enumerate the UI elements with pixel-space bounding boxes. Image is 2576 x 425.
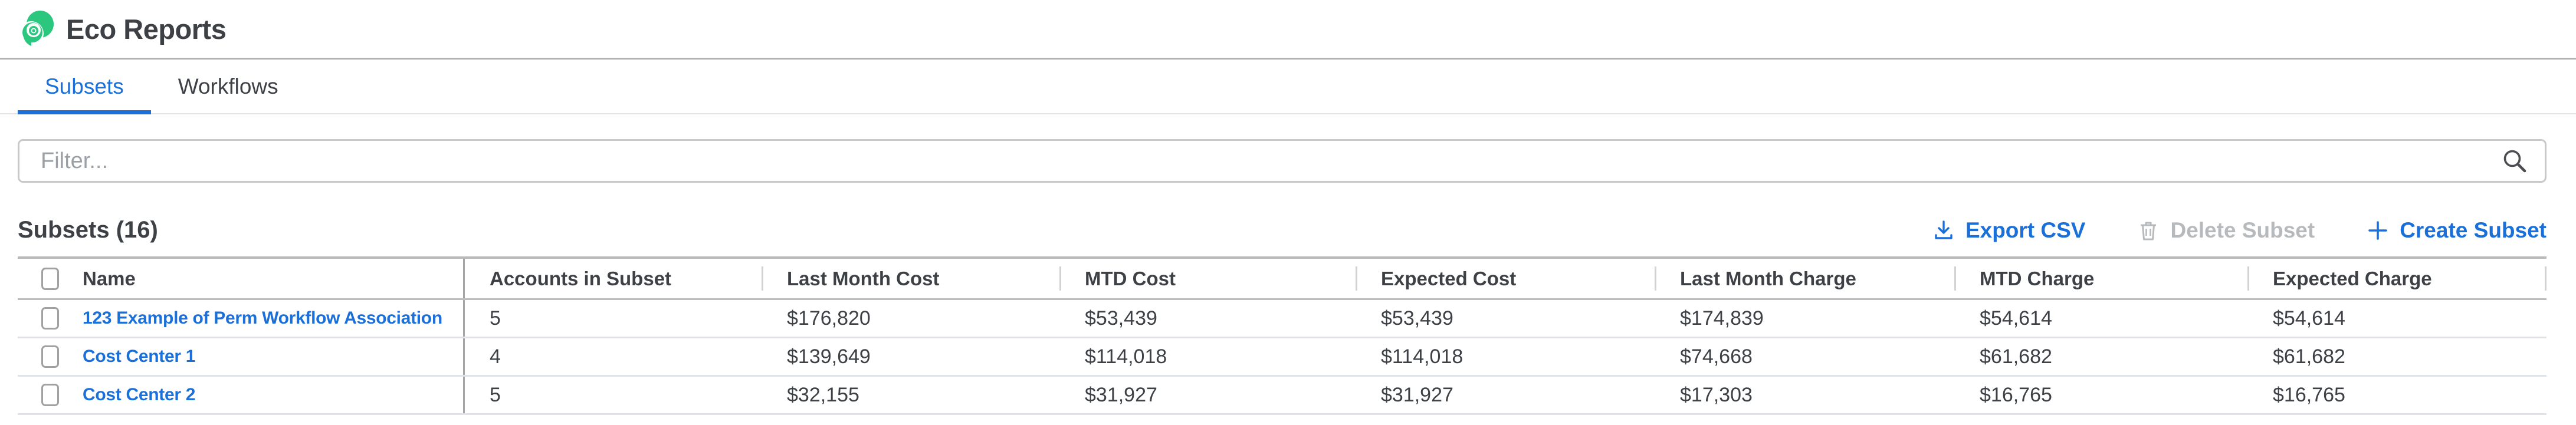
table-header-row: Name Accounts in Subset Last Month Cost …: [18, 256, 2547, 300]
subset-name-cell: Cost Center 2: [65, 377, 463, 413]
column-header-expected-charge[interactable]: Expected Charge: [2248, 259, 2547, 298]
row-checkbox[interactable]: [41, 307, 59, 330]
tab-workflows-label: Workflows: [178, 74, 278, 99]
section-title: Subsets (16): [18, 217, 158, 243]
subset-name-cell: 123 Example of Perm Workflow Association: [65, 300, 463, 337]
column-header-last-month-charge[interactable]: Last Month Charge: [1655, 259, 1955, 298]
export-csv-button[interactable]: Export CSV: [1931, 218, 2086, 243]
subset-name-link[interactable]: Cost Center 2: [83, 385, 195, 405]
table-row: 123 Example of Perm Workflow Association…: [18, 300, 2547, 338]
search-icon: [2500, 147, 2529, 175]
expected-charge-cell: $16,765: [2248, 377, 2547, 413]
subset-name-link[interactable]: 123 Example of Perm Workflow Association: [83, 308, 442, 328]
table-row: Cost Center 1 4 $139,649 $114,018 $114,0…: [18, 338, 2547, 377]
app-header: Eco Reports: [0, 0, 2576, 60]
tab-subsets[interactable]: Subsets: [18, 60, 151, 113]
column-header-accounts[interactable]: Accounts in Subset: [463, 259, 762, 298]
column-header-name[interactable]: Name: [65, 259, 463, 298]
subset-name-link[interactable]: Cost Center 1: [83, 347, 195, 367]
expected-charge-cell: $61,682: [2248, 338, 2547, 375]
filter-input[interactable]: [18, 139, 2547, 183]
accounts-cell: 5: [463, 300, 762, 337]
mtd-charge-cell: $16,765: [1955, 377, 2248, 413]
last-month-charge-cell: $17,303: [1655, 377, 1955, 413]
filter-bar: [18, 139, 2547, 183]
subsets-table: Name Accounts in Subset Last Month Cost …: [18, 256, 2547, 415]
tab-bar: Subsets Workflows: [0, 60, 2576, 114]
create-subset-label: Create Subset: [2400, 218, 2547, 243]
column-header-mtd-charge[interactable]: MTD Charge: [1955, 259, 2248, 298]
section-header: Subsets (16) Export CSV Delete Subset: [18, 217, 2547, 243]
row-checkbox-cell: [18, 300, 65, 337]
last-month-cost-cell: $139,649: [762, 338, 1060, 375]
subset-name-cell: Cost Center 1: [65, 338, 463, 375]
select-all-checkbox[interactable]: [41, 268, 59, 290]
tab-workflows[interactable]: Workflows: [151, 60, 306, 113]
accounts-cell: 5: [463, 377, 762, 413]
row-checkbox[interactable]: [41, 345, 59, 368]
column-header-mtd-cost[interactable]: MTD Cost: [1060, 259, 1356, 298]
expected-charge-cell: $54,614: [2248, 300, 2547, 337]
last-month-charge-cell: $74,668: [1655, 338, 1955, 375]
table-actions: Export CSV Delete Subset Create Subset: [1931, 218, 2547, 243]
mtd-cost-cell: $53,439: [1060, 300, 1356, 337]
page-title: Eco Reports: [66, 13, 226, 45]
last-month-cost-cell: $176,820: [762, 300, 1060, 337]
last-month-charge-cell: $174,839: [1655, 300, 1955, 337]
plus-icon: [2365, 218, 2390, 243]
tab-subsets-label: Subsets: [45, 74, 124, 99]
row-checkbox-cell: [18, 338, 65, 375]
delete-subset-label: Delete Subset: [2170, 218, 2315, 243]
row-checkbox-cell: [18, 377, 65, 413]
expected-cost-cell: $53,439: [1356, 300, 1655, 337]
mtd-cost-cell: $114,018: [1060, 338, 1356, 375]
select-all-cell: [18, 259, 65, 298]
download-icon: [1931, 218, 1956, 243]
trash-icon: [2136, 218, 2161, 243]
export-csv-label: Export CSV: [1965, 218, 2086, 243]
table-row: Cost Center 2 5 $32,155 $31,927 $31,927 …: [18, 377, 2547, 415]
create-subset-button[interactable]: Create Subset: [2365, 218, 2547, 243]
accounts-cell: 4: [463, 338, 762, 375]
column-header-last-month-cost[interactable]: Last Month Cost: [762, 259, 1060, 298]
row-checkbox[interactable]: [41, 384, 59, 406]
mtd-cost-cell: $31,927: [1060, 377, 1356, 413]
expected-cost-cell: $31,927: [1356, 377, 1655, 413]
table-body: 123 Example of Perm Workflow Association…: [18, 300, 2547, 415]
mtd-charge-cell: $61,682: [1955, 338, 2248, 375]
mtd-charge-cell: $54,614: [1955, 300, 2248, 337]
eco-logo-icon: [18, 10, 55, 48]
delete-subset-button[interactable]: Delete Subset: [2136, 218, 2315, 243]
expected-cost-cell: $114,018: [1356, 338, 1655, 375]
last-month-cost-cell: $32,155: [762, 377, 1060, 413]
column-header-expected-cost[interactable]: Expected Cost: [1356, 259, 1655, 298]
